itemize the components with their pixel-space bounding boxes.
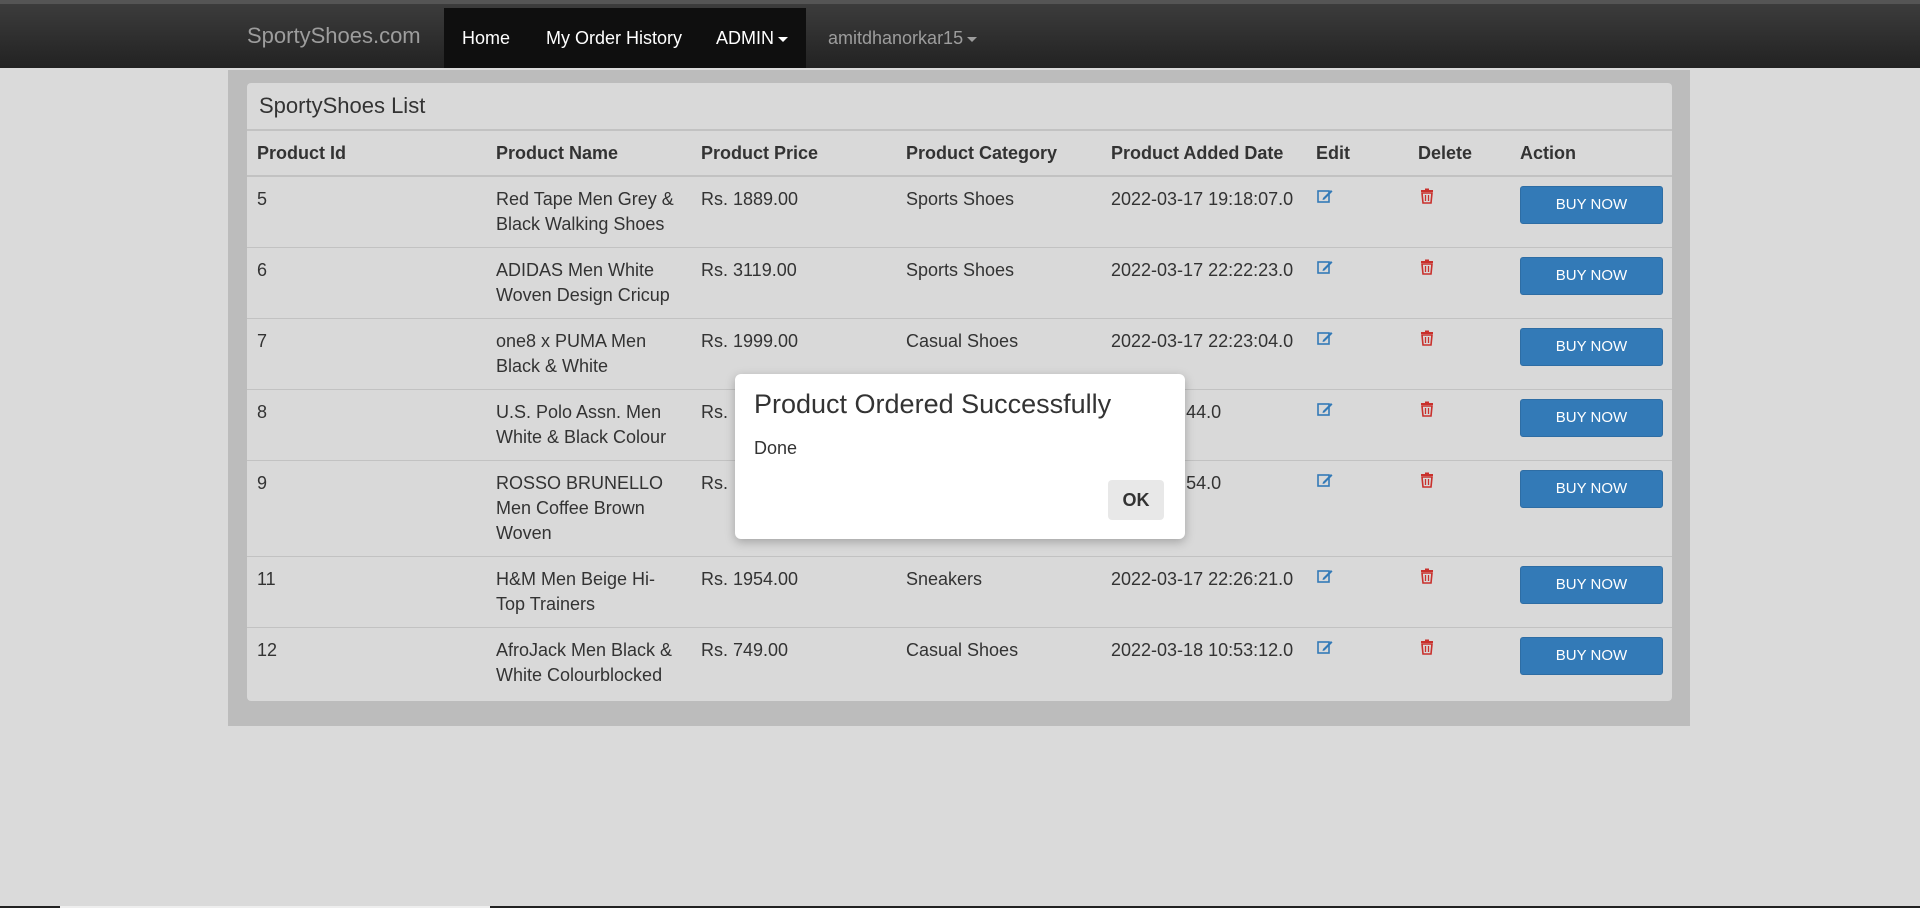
table-row: 6 ADIDAS Men White Woven Design Cricup Rs.… <box>247 246 1672 318</box>
header-product-id: Product Id <box>247 131 486 177</box>
header-product-price: Product Price <box>691 131 896 177</box>
trash-icon[interactable] <box>1418 258 1436 276</box>
trash-icon[interactable] <box>1418 471 1436 489</box>
buy-now-button[interactable]: BUY NOW <box>1520 565 1663 604</box>
cell-product-id: 12 <box>247 626 486 698</box>
trash-icon[interactable] <box>1418 567 1436 585</box>
cell-product-name: ADIDAS Men White Woven Design Cricup <box>486 246 691 318</box>
cell-product-name: U.S. Polo Assn. Men White & Black Colour <box>486 388 691 460</box>
cell-product-id: 6 <box>247 246 486 318</box>
header-delete: Delete <box>1408 131 1510 177</box>
table-row: 11 H&M Men Beige Hi-Top Trainers Rs. 1954.… <box>247 555 1672 627</box>
buy-now-button[interactable]: BUY NOW <box>1520 636 1663 675</box>
cell-edit <box>1306 317 1408 389</box>
cell-edit <box>1306 246 1408 318</box>
cell-product-added-date: 2022-03-18 10:53:12.0 <box>1101 626 1306 698</box>
cell-edit <box>1306 459 1408 556</box>
cell-action: BUY NOW <box>1510 175 1672 247</box>
caret-down-icon <box>967 36 978 42</box>
header-product-category: Product Category <box>896 131 1101 177</box>
cell-product-id: 8 <box>247 388 486 460</box>
cell-product-name: H&M Men Beige Hi-Top Trainers <box>486 555 691 627</box>
cell-delete <box>1408 626 1510 698</box>
navbar: SportyShoes.com Home My Order History AD… <box>0 0 1920 68</box>
cell-product-added-date: 2022-03-17 22:22:23.0 <box>1101 246 1306 318</box>
nav-user-label: amitdhanorkar15 <box>828 28 964 48</box>
cell-product-price: Rs. 1889.00 <box>691 175 896 247</box>
cell-product-id: 11 <box>247 555 486 627</box>
table-row: 12 AfroJack Men Black & White Colourblock… <box>247 626 1672 698</box>
edit-icon[interactable] <box>1316 471 1334 489</box>
trash-icon[interactable] <box>1418 400 1436 418</box>
buy-now-button[interactable]: BUY NOW <box>1520 327 1663 366</box>
cell-action: BUY NOW <box>1510 317 1672 389</box>
brand-link[interactable]: SportyShoes.com <box>247 23 421 49</box>
header-product-name: Product Name <box>486 131 691 177</box>
cell-product-price: Rs. 749.00 <box>691 626 896 698</box>
cell-product-name: one8 x PUMA Men Black & White <box>486 317 691 389</box>
header-product-added-date: Product Added Date <box>1101 131 1306 177</box>
cell-edit <box>1306 626 1408 698</box>
nav-home[interactable]: Home <box>444 8 529 68</box>
cell-product-name: Red Tape Men Grey & Black Walking Shoes <box>486 175 691 247</box>
cell-action: BUY NOW <box>1510 626 1672 698</box>
cell-edit <box>1306 555 1408 627</box>
cell-edit <box>1306 175 1408 247</box>
cell-action: BUY NOW <box>1510 459 1672 556</box>
edit-icon[interactable] <box>1316 400 1334 418</box>
cell-edit <box>1306 388 1408 460</box>
cell-action: BUY NOW <box>1510 388 1672 460</box>
modal-body: Done <box>754 438 798 458</box>
cell-product-category: Sneakers <box>896 555 1101 627</box>
caret-down-icon <box>778 36 788 42</box>
cell-delete <box>1408 388 1510 460</box>
edit-icon[interactable] <box>1316 638 1334 656</box>
buy-now-button[interactable]: BUY NOW <box>1520 398 1663 437</box>
cell-action: BUY NOW <box>1510 246 1672 318</box>
trash-icon[interactable] <box>1418 638 1436 656</box>
cell-product-added-date: 2022-03-17 22:26:21.0 <box>1101 555 1306 627</box>
cell-product-price: Rs. 1954.00 <box>691 555 896 627</box>
cell-product-name: AfroJack Men Black & White Colourblocked <box>486 626 691 698</box>
buy-now-button[interactable]: BUY NOW <box>1520 469 1663 508</box>
cell-delete <box>1408 555 1510 627</box>
buy-now-button[interactable]: BUY NOW <box>1520 256 1663 295</box>
cell-product-id: 9 <box>247 459 486 556</box>
cell-product-price: Rs. 3119.00 <box>691 246 896 318</box>
cell-action: BUY NOW <box>1510 555 1672 627</box>
table-row: 5 Red Tape Men Grey & Black Walking Shoes… <box>247 175 1672 247</box>
modal-title: Product Ordered Successfully <box>754 389 1112 419</box>
cell-delete <box>1408 246 1510 318</box>
nav-user-dropdown[interactable]: amitdhanorkar15 <box>810 8 995 68</box>
success-modal: Product Ordered Successfully Done OK <box>735 374 1185 539</box>
cell-product-name: ROSSO BRUNELLO Men Coffee Brown Woven <box>486 459 691 556</box>
header-edit: Edit <box>1306 131 1408 177</box>
header-action: Action <box>1510 131 1672 177</box>
nav-admin-label: ADMIN <box>716 28 774 48</box>
cell-delete <box>1408 317 1510 389</box>
cell-product-category: Sports Shoes <box>896 246 1101 318</box>
ok-button[interactable]: OK <box>1108 480 1164 520</box>
cell-product-id: 5 <box>247 175 486 247</box>
panel-title: SportyShoes List <box>247 83 1672 131</box>
edit-icon[interactable] <box>1316 567 1334 585</box>
cell-product-category: Casual Shoes <box>896 626 1101 698</box>
trash-icon[interactable] <box>1418 329 1436 347</box>
edit-icon[interactable] <box>1316 187 1334 205</box>
cell-product-added-date: 2022-03-17 19:18:07.0 <box>1101 175 1306 247</box>
nav-order-history[interactable]: My Order History <box>528 8 701 68</box>
edit-icon[interactable] <box>1316 258 1334 276</box>
trash-icon[interactable] <box>1418 187 1436 205</box>
cell-product-id: 7 <box>247 317 486 389</box>
buy-now-button[interactable]: BUY NOW <box>1520 186 1663 224</box>
nav-admin-dropdown[interactable]: ADMIN <box>698 8 806 68</box>
edit-icon[interactable] <box>1316 329 1334 347</box>
cell-product-category: Sports Shoes <box>896 175 1101 247</box>
cell-delete <box>1408 175 1510 247</box>
cell-delete <box>1408 459 1510 556</box>
